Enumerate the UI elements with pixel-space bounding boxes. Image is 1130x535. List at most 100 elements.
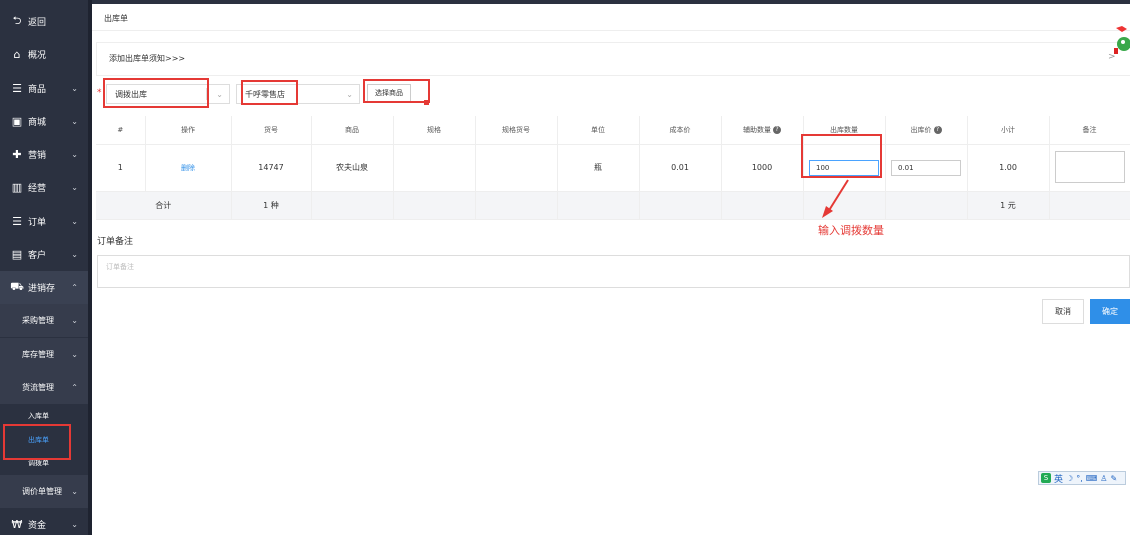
total-empty bbox=[475, 191, 558, 220]
notice-bar[interactable] bbox=[96, 42, 1130, 76]
bar-chart-icon: ▥ bbox=[11, 181, 23, 194]
sidebar-item-label: 客户 bbox=[28, 251, 47, 261]
col-header: 单位 bbox=[557, 116, 640, 145]
shop-bag-icon: ▣ bbox=[11, 115, 23, 128]
sogou-logo-icon: S bbox=[1041, 473, 1051, 483]
col-header: 小计 bbox=[967, 116, 1050, 145]
cell-remark bbox=[1049, 144, 1130, 192]
goods-table: # 操作 货号 商品 规格 规格货号 单位 成本价 辅助数量? 出库数量 出库价… bbox=[96, 116, 1130, 220]
divider bbox=[92, 30, 1130, 31]
sidebar-edge bbox=[88, 0, 92, 535]
order-remark-label: 订单备注 bbox=[97, 237, 134, 247]
delete-link[interactable]: 删除 bbox=[181, 164, 195, 172]
confirm-button[interactable]: 确定 bbox=[1090, 299, 1130, 324]
total-subtotal: 1 元 bbox=[967, 191, 1050, 220]
sidebar-item-label: 商城 bbox=[28, 118, 47, 128]
total-empty bbox=[1049, 191, 1130, 220]
cell-spec bbox=[393, 144, 476, 192]
ime-lang[interactable]: 英 bbox=[1054, 472, 1063, 485]
keyboard-icon[interactable]: ⌨ bbox=[1086, 474, 1098, 483]
sidebar-item-label: 进销存 bbox=[28, 284, 56, 294]
sidebar-item-overview[interactable]: ⌂ 概况 bbox=[0, 38, 88, 71]
chevron-up-icon: ⌃ bbox=[71, 283, 78, 292]
sidebar-sub-price-adjust[interactable]: 调价单管理 ⌄ bbox=[0, 475, 88, 508]
out-price-input[interactable]: 0.01 bbox=[891, 159, 961, 176]
help-icon[interactable]: ? bbox=[933, 125, 942, 134]
col-header-out-price: 出库价? bbox=[885, 116, 968, 145]
col-header: # bbox=[96, 116, 146, 145]
home-icon: ⌂ bbox=[13, 48, 21, 61]
punctuation-icon[interactable]: °, bbox=[1076, 474, 1083, 483]
notice-link[interactable]: 添加出库单须知>>> bbox=[109, 53, 185, 64]
user-icon[interactable]: ♙ bbox=[1100, 474, 1107, 483]
list-icon: ☰ bbox=[12, 82, 22, 95]
chevron-down-icon: ⌄ bbox=[71, 217, 78, 226]
cell-name: 农夫山泉 bbox=[311, 144, 394, 192]
sidebar-item-inventory[interactable]: ⛟ 进销存 ⌃ bbox=[0, 271, 88, 304]
highlight-type-select bbox=[103, 78, 209, 108]
sidebar-sub-stock[interactable]: 库存管理 ⌄ bbox=[0, 338, 88, 371]
total-label: 合计 bbox=[96, 191, 232, 220]
wrench-icon[interactable]: ✎ bbox=[1110, 474, 1117, 483]
cell-action: 删除 bbox=[145, 144, 232, 192]
sidebar-sub-purchase[interactable]: 采购管理 ⌄ bbox=[0, 304, 88, 337]
col-header: 规格货号 bbox=[475, 116, 558, 145]
cell-sku: 14747 bbox=[231, 144, 312, 192]
col-header-label: 辅助数量 bbox=[743, 125, 771, 134]
back-arrow-icon: ⮌ bbox=[12, 14, 22, 27]
truck-icon: ⛟ bbox=[10, 280, 24, 293]
sidebar-item-funds[interactable]: ₩ 资金 ⌄ bbox=[0, 508, 88, 535]
sidebar-item-goods[interactable]: ☰ 商品 ⌄ bbox=[0, 72, 88, 105]
help-icon[interactable]: ? bbox=[773, 125, 781, 134]
col-header-aux-qty: 辅助数量? bbox=[721, 116, 804, 145]
col-header: 货号 bbox=[231, 116, 312, 145]
sidebar-item-label: 营销 bbox=[28, 151, 47, 161]
annotation-text: 输入调拨数量 bbox=[818, 224, 884, 237]
order-list-icon: ☰ bbox=[12, 215, 22, 228]
sidebar-item-orders[interactable]: ☰ 订单 ⌄ bbox=[0, 205, 88, 238]
table-row: 1 删除 14747 农夫山泉 瓶 0.01 1000 100 0.01 1.0… bbox=[96, 144, 1130, 192]
sidebar-item-label: 经营 bbox=[28, 184, 47, 194]
row-remark-textarea[interactable] bbox=[1054, 150, 1125, 183]
sidebar-item-label: 返回 bbox=[28, 18, 47, 28]
sidebar-item-label: 商品 bbox=[28, 85, 47, 95]
chevron-up-icon: ⌃ bbox=[71, 383, 78, 392]
cancel-button[interactable]: 取消 bbox=[1042, 299, 1084, 324]
cell-subtotal: 1.00 bbox=[967, 144, 1050, 192]
sidebar-item-operations[interactable]: ▥ 经营 ⌄ bbox=[0, 171, 88, 204]
col-header: 成本价 bbox=[639, 116, 722, 145]
chevron-down-icon: ⌄ bbox=[71, 350, 78, 359]
sidebar-sub-label: 库存管理 bbox=[22, 350, 54, 359]
chevron-down-icon: ⌄ bbox=[71, 183, 78, 192]
sidebar-item-customers[interactable]: ▤ 客户 ⌄ bbox=[0, 238, 88, 271]
page-title: 出库单 bbox=[104, 14, 128, 23]
highlight-store-select bbox=[241, 80, 298, 105]
id-card-icon: ▤ bbox=[11, 248, 23, 261]
annotation-arrow-icon bbox=[822, 179, 849, 218]
required-mark: * bbox=[97, 88, 102, 98]
cell-spec-sku bbox=[475, 144, 558, 192]
sidebar-item-marketing[interactable]: ✚ 营销 ⌄ bbox=[0, 138, 88, 171]
highlight-choose-button bbox=[363, 79, 430, 103]
ime-toolbar[interactable]: S 英 ☽ °, ⌨ ♙ ✎ bbox=[1038, 471, 1126, 485]
col-header: 商品 bbox=[311, 116, 394, 145]
sidebar-item-label: 概况 bbox=[28, 51, 47, 61]
sidebar-item-mall[interactable]: ▣ 商城 ⌄ bbox=[0, 105, 88, 138]
currency-icon: ₩ bbox=[11, 518, 23, 531]
cell-unit: 瓶 bbox=[557, 144, 640, 192]
order-remark-input[interactable]: 订单备注 bbox=[97, 255, 1130, 288]
moon-icon[interactable]: ☽ bbox=[1066, 474, 1073, 483]
chevron-down-icon: ⌄ bbox=[71, 250, 78, 259]
table-total-row: 合计 1 种 1 元 bbox=[96, 191, 1130, 220]
chevron-down-icon: ⌄ bbox=[71, 520, 78, 529]
total-empty bbox=[393, 191, 476, 220]
sidebar-item-label: 资金 bbox=[28, 521, 47, 531]
col-header: 备注 bbox=[1049, 116, 1130, 145]
sidebar-sub-flow[interactable]: 货流管理 ⌃ bbox=[0, 371, 88, 404]
sidebar-item-label: 订单 bbox=[28, 218, 47, 228]
sidebar-leaf-label: 入库单 bbox=[28, 412, 49, 420]
col-header: 规格 bbox=[393, 116, 476, 145]
total-empty bbox=[639, 191, 722, 220]
chevron-down-icon: ⌄ bbox=[71, 487, 78, 496]
sidebar-item-back[interactable]: ⮌ 返回 bbox=[0, 5, 88, 38]
